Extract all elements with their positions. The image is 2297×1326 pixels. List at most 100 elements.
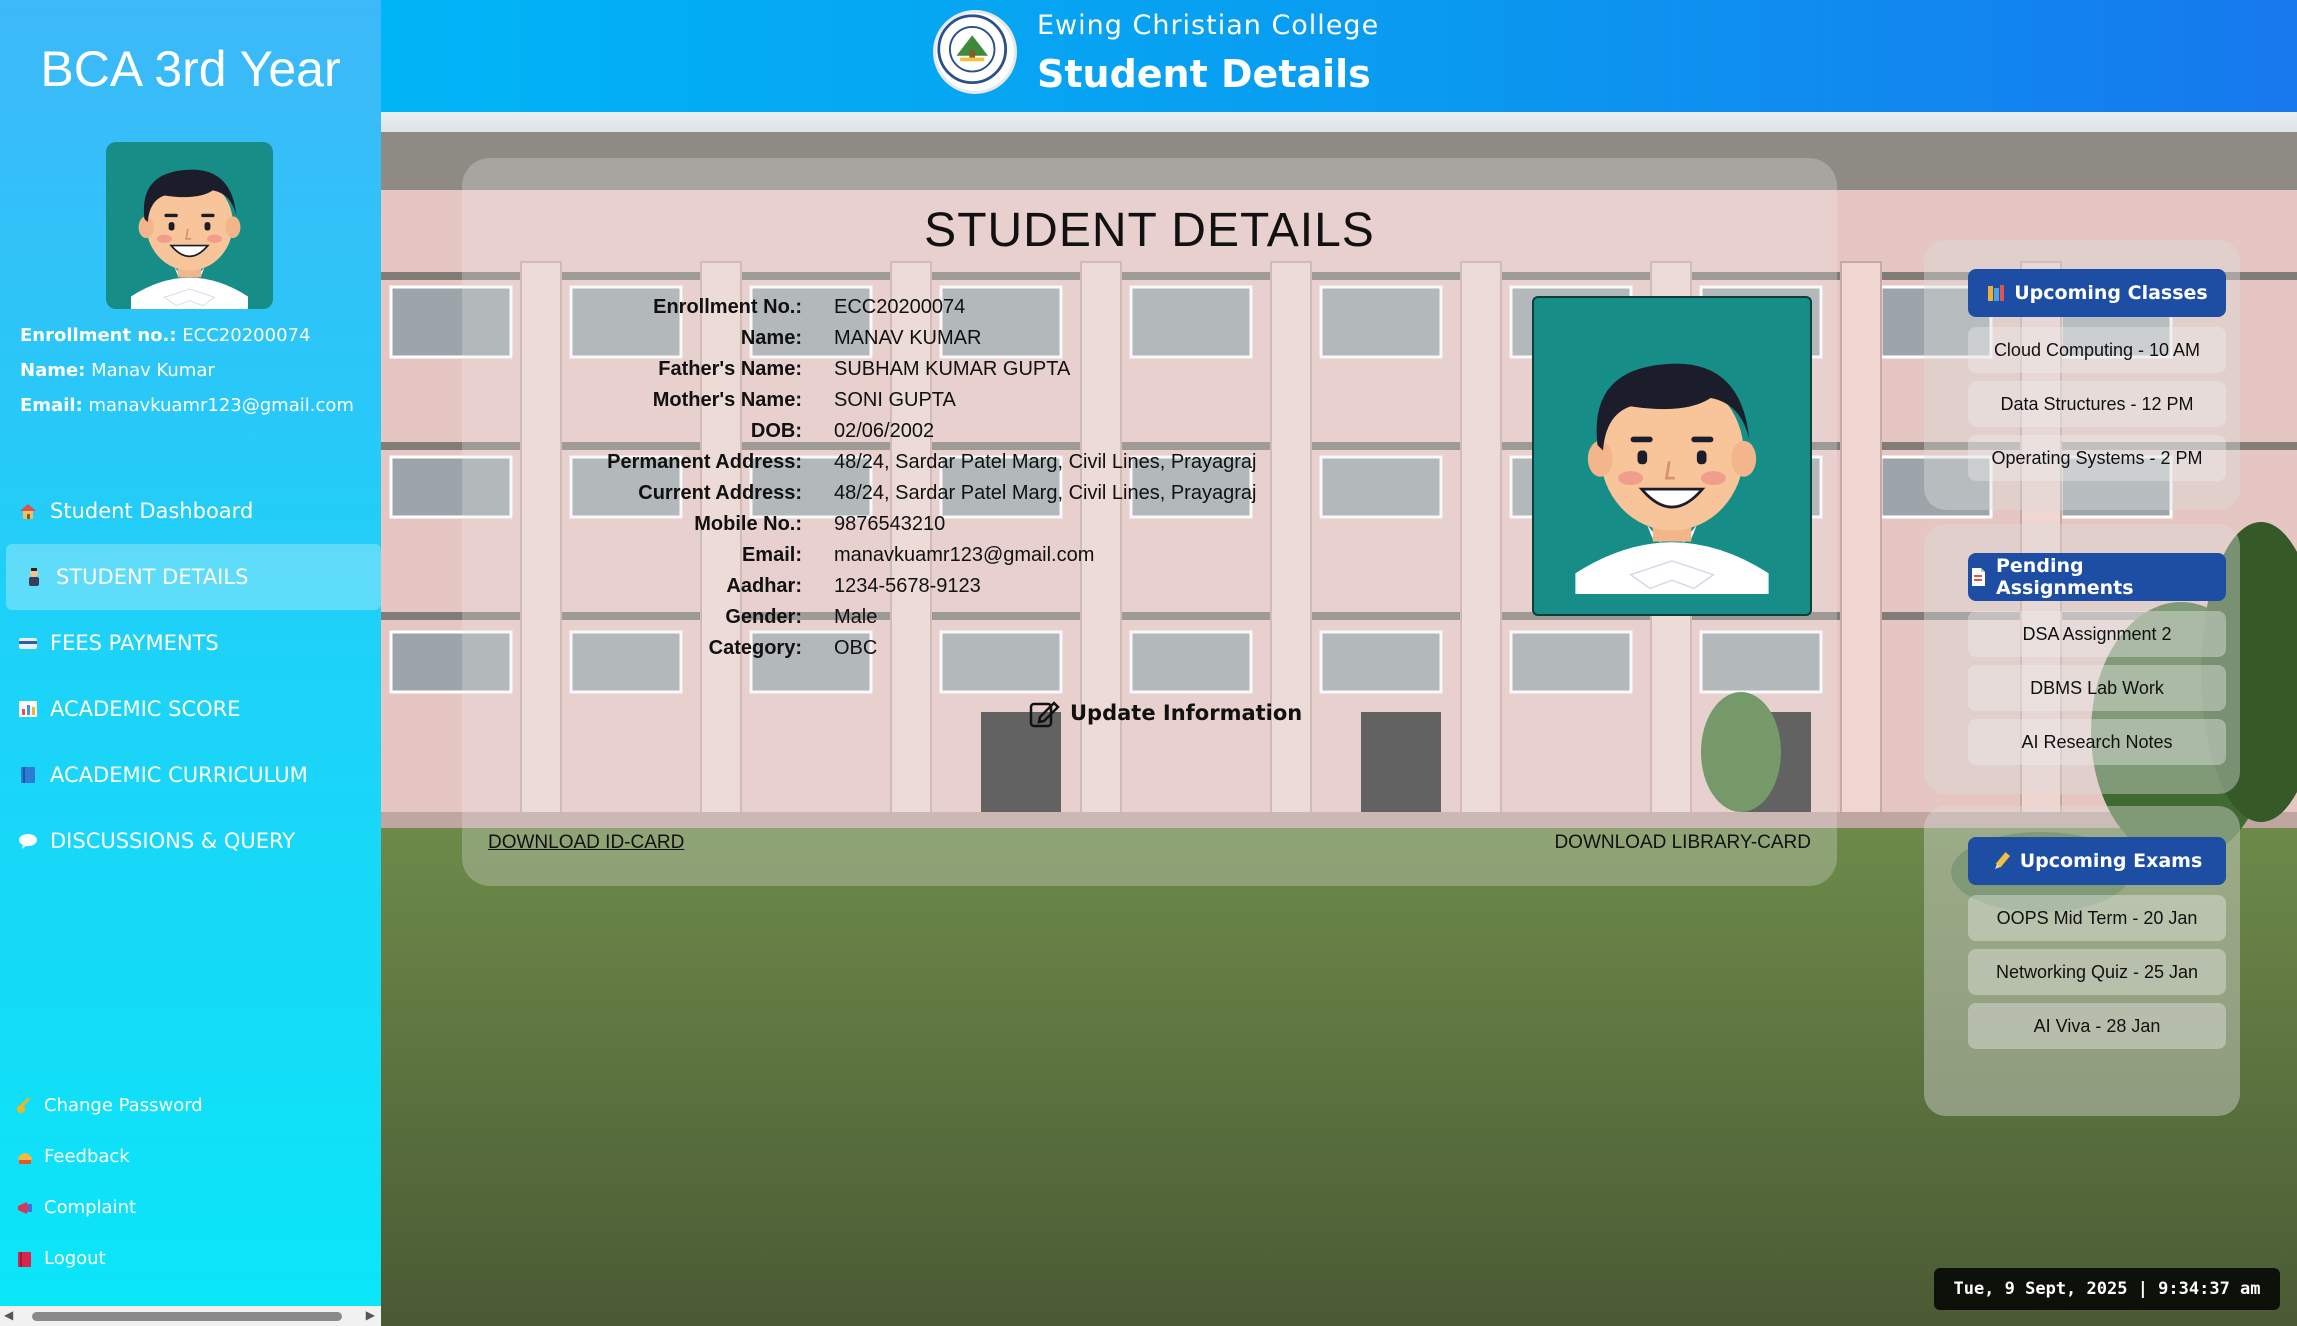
name-label: Name:	[20, 360, 86, 381]
upcoming-classes-heading[interactable]: Upcoming Classes	[1968, 269, 2226, 317]
top-header: Ewing Christian College Student Details	[381, 0, 2297, 112]
nav-label: Student Dashboard	[50, 499, 254, 523]
student-photo	[1532, 296, 1812, 616]
field-label: Mother's Name:	[652, 389, 802, 411]
class-item: Data Structures - 12 PM	[1968, 381, 2226, 427]
nav-academic-score[interactable]: ACADEMIC SCORE	[6, 676, 381, 742]
account-links: Change Password Feedback Complaint Logou…	[16, 1080, 203, 1284]
scrollbar-thumb[interactable]	[32, 1312, 342, 1321]
document-icon	[1968, 567, 1988, 587]
nav-student-dashboard[interactable]: Student Dashboard	[6, 478, 381, 544]
credit-card-icon	[18, 633, 38, 653]
horizontal-scrollbar[interactable]: ◀ ▶	[0, 1306, 381, 1326]
field-label: DOB:	[750, 420, 802, 442]
field-label: Category:	[708, 637, 802, 659]
nav-discussions-query[interactable]: DISCUSSIONS & QUERY	[6, 808, 381, 874]
college-name: Ewing Christian College	[1037, 10, 1380, 41]
class-item: Operating Systems - 2 PM	[1968, 435, 2226, 481]
complaint-label: Complaint	[44, 1197, 137, 1218]
sidebar: BCA 3rd Year Enrollment no.: ECC20200074…	[0, 0, 381, 1326]
heading-label: Upcoming Exams	[2019, 850, 2203, 872]
books-icon	[1986, 283, 2006, 303]
field-value: SUBHAM KUMAR GUPTA	[834, 358, 1071, 380]
change-password-link[interactable]: Change Password	[16, 1080, 203, 1131]
date-time-clock: Tue, 9 Sept, 2025 | 9:34:37 am	[1934, 1268, 2280, 1310]
nav-academic-curriculum[interactable]: ACADEMIC CURRICULUM	[6, 742, 381, 808]
heading-label: Upcoming Classes	[2014, 282, 2208, 304]
scroll-left-icon[interactable]: ◀	[4, 1308, 13, 1322]
megaphone-icon	[16, 1199, 34, 1217]
logout-icon	[16, 1250, 34, 1268]
key-icon	[16, 1097, 34, 1115]
student-details-card: STUDENT DETAILS Enrollment No.: ECC20200…	[462, 158, 1837, 886]
upcoming-exams-heading[interactable]: Upcoming Exams	[1968, 837, 2226, 885]
nav-fees-payments[interactable]: FEES PAYMENTS	[6, 610, 381, 676]
field-label: Name:	[740, 327, 802, 349]
update-information-button[interactable]: Update Information	[1028, 697, 1302, 729]
download-id-card-link[interactable]: DOWNLOAD ID-CARD	[488, 832, 684, 854]
house-icon	[18, 501, 38, 521]
main-nav: Student Dashboard STUDENT DETAILS FEES P…	[6, 478, 381, 874]
update-label: Update Information	[1070, 701, 1303, 725]
feedback-label: Feedback	[44, 1146, 130, 1167]
field-label: Enrollment No.:	[653, 296, 802, 318]
field-value: manavkuamr123@gmail.com	[834, 544, 1095, 566]
logout-link[interactable]: Logout	[16, 1233, 203, 1284]
field-value: 48/24, Sardar Patel Marg, Civil Lines, P…	[834, 451, 1257, 473]
name-value: Manav Kumar	[91, 360, 215, 381]
field-value: OBC	[834, 637, 878, 659]
feedback-link[interactable]: Feedback	[16, 1131, 203, 1182]
exam-item: AI Viva - 28 Jan	[1968, 1003, 2226, 1049]
heading-label: Pending Assignments	[1996, 555, 2134, 599]
field-value: MANAV KUMAR	[834, 327, 982, 349]
assignment-item: DSA Assignment 2	[1968, 611, 2226, 657]
book-icon	[18, 765, 38, 785]
enrollment-label: Enrollment no.:	[20, 325, 177, 346]
speech-bubble-icon	[18, 831, 38, 851]
field-label: Permanent Address:	[607, 451, 802, 473]
nav-label: DISCUSSIONS & QUERY	[50, 829, 296, 853]
nav-label: ACADEMIC CURRICULUM	[50, 763, 308, 787]
field-value: Male	[834, 606, 878, 628]
details-title: STUDENT DETAILS	[924, 204, 1375, 257]
assignment-item: DBMS Lab Work	[1968, 665, 2226, 711]
nav-label: STUDENT DETAILS	[56, 565, 249, 589]
assignment-item: AI Research Notes	[1968, 719, 2226, 765]
download-library-card-link[interactable]: DOWNLOAD LIBRARY-CARD	[1554, 832, 1811, 854]
nav-label: ACADEMIC SCORE	[50, 697, 241, 721]
bar-chart-icon	[18, 699, 38, 719]
student-icon	[24, 567, 44, 587]
field-value: SONI GUPTA	[834, 389, 956, 411]
exam-item: OOPS Mid Term - 20 Jan	[1968, 895, 2226, 941]
complaint-link[interactable]: Complaint	[16, 1182, 203, 1233]
scroll-right-icon[interactable]: ▶	[366, 1308, 375, 1322]
nav-label: FEES PAYMENTS	[50, 631, 219, 655]
field-value: 9876543210	[834, 513, 946, 535]
page-title: Student Details	[1037, 52, 1371, 96]
field-label: Mobile No.:	[694, 513, 802, 535]
edit-icon	[1028, 697, 1060, 729]
logout-label: Logout	[44, 1248, 106, 1269]
field-value: 02/06/2002	[834, 420, 935, 442]
pending-assignments-heading[interactable]: Pending Assignments	[1968, 553, 2226, 601]
class-item: Cloud Computing - 10 AM	[1968, 327, 2226, 373]
field-value: 1234-5678-9123	[834, 575, 981, 597]
field-value: 48/24, Sardar Patel Marg, Civil Lines, P…	[834, 482, 1257, 504]
pencil-icon	[1992, 851, 2012, 871]
student-summary: Enrollment no.: ECC20200074 Name: Manav …	[20, 318, 354, 423]
email-value: manavkuamr123@gmail.com	[88, 395, 354, 416]
field-label: Gender:	[725, 606, 802, 628]
college-logo	[933, 10, 1017, 94]
field-label: Email:	[741, 544, 802, 566]
email-label: Email:	[20, 395, 83, 416]
avatar	[106, 142, 273, 309]
nav-student-details[interactable]: STUDENT DETAILS	[6, 544, 381, 610]
field-label: Father's Name:	[658, 358, 802, 380]
change-password-label: Change Password	[44, 1095, 203, 1116]
feedback-icon	[16, 1148, 34, 1166]
field-label: Aadhar:	[726, 575, 802, 597]
field-value: ECC20200074	[834, 296, 966, 318]
field-label: Current Address:	[638, 482, 802, 504]
class-title: BCA 3rd Year	[40, 41, 341, 97]
enrollment-value: ECC20200074	[182, 325, 311, 346]
